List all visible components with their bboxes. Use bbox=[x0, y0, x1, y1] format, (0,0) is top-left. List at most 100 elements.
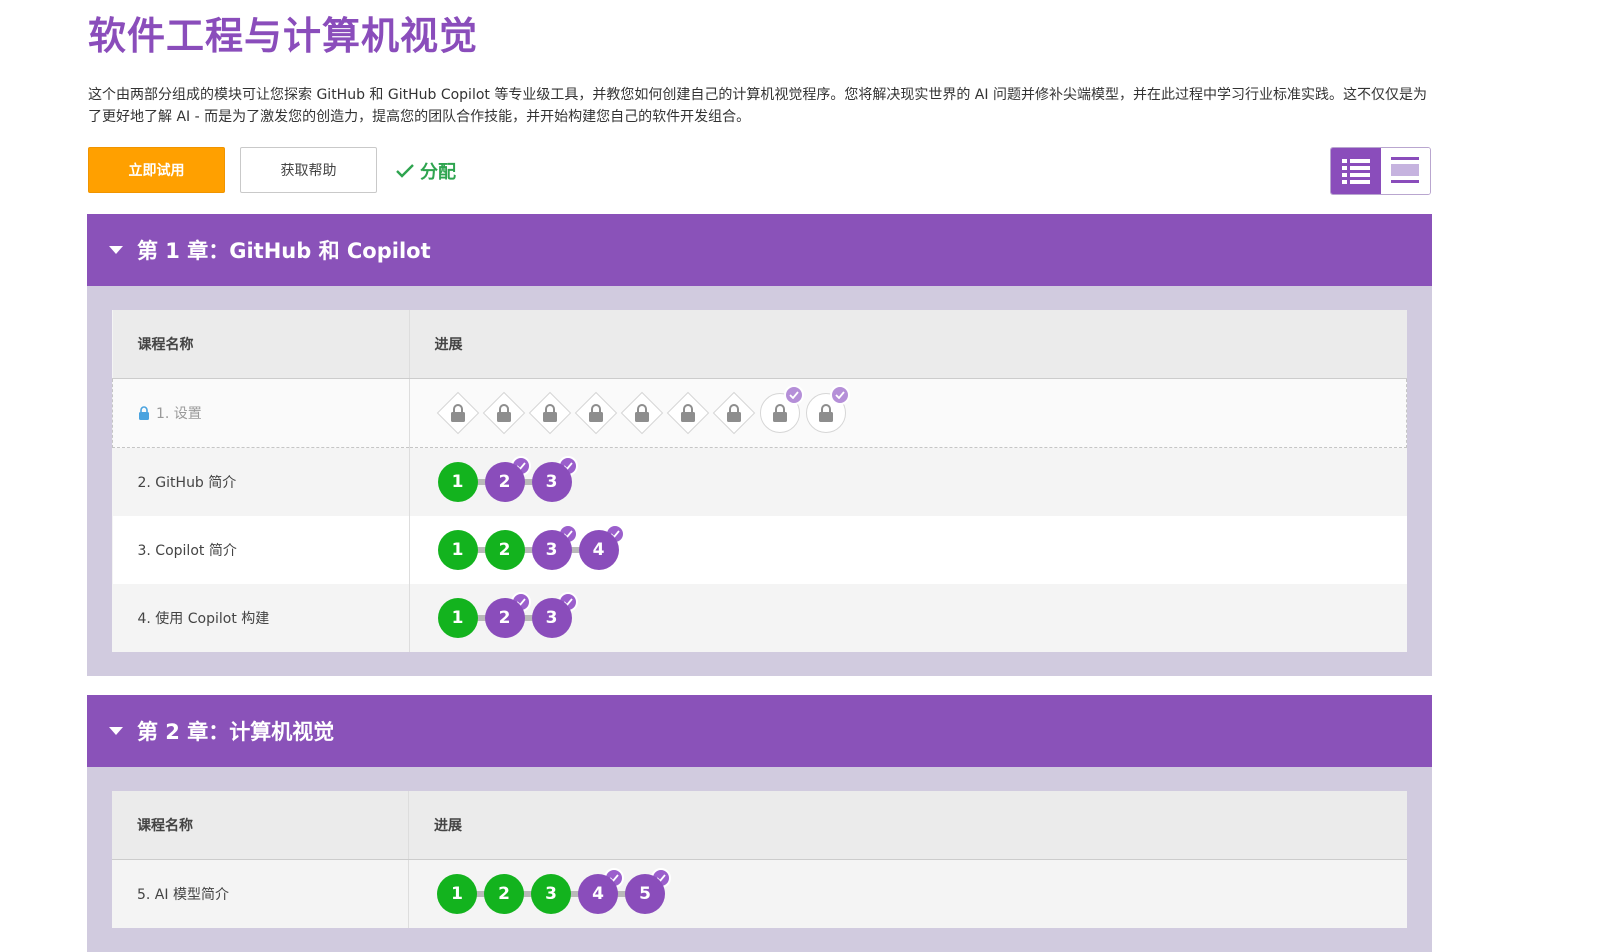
lesson-name-cell[interactable]: 5. AI 模型简介 bbox=[112, 859, 409, 928]
lessons-table: 课程名称 进展 5. AI 模型简介 12345 bbox=[112, 791, 1407, 928]
assigned-status[interactable]: 分配 bbox=[396, 157, 456, 185]
table-row: 4. 使用 Copilot 构建 123 bbox=[112, 584, 1407, 652]
level-bubble[interactable]: 1 bbox=[437, 874, 489, 914]
padlock-icon bbox=[726, 404, 742, 422]
level-bubble[interactable]: 5 bbox=[625, 868, 671, 914]
level-number: 5 bbox=[625, 874, 665, 914]
check-badge-icon bbox=[829, 385, 850, 405]
level-bubble[interactable]: 2 bbox=[484, 456, 537, 502]
level-bubble[interactable]: 2 bbox=[484, 530, 537, 570]
locked-level[interactable] bbox=[666, 391, 709, 435]
course-description: 这个由两部分组成的模块可让您探索 GitHub 和 GitHub Copilot… bbox=[88, 87, 1427, 125]
locked-level[interactable] bbox=[759, 385, 804, 433]
level-bubble[interactable]: 4 bbox=[578, 524, 625, 570]
assigned-label: 分配 bbox=[420, 162, 456, 183]
lesson-name: 2. GitHub 简介 bbox=[137, 475, 237, 491]
course-title: 软件工程与计算机视觉 bbox=[88, 14, 479, 58]
level-bubble[interactable]: 1 bbox=[437, 530, 490, 570]
chapter-1: 第 1 章：GitHub 和 Copilot 课程名称 进展 1. 设置 2. … bbox=[87, 214, 1432, 676]
table-row: 1. 设置 bbox=[112, 378, 1407, 448]
locked-level[interactable] bbox=[620, 391, 663, 435]
chapter-1-header[interactable]: 第 1 章：GitHub 和 Copilot bbox=[87, 214, 1432, 286]
level-number: 1 bbox=[437, 462, 478, 502]
course-overview-page: 软件工程与计算机视觉 这个由两部分组成的模块可让您探索 GitHub 和 Git… bbox=[0, 0, 1603, 952]
padlock-icon bbox=[542, 404, 558, 422]
chapter-1-body: 课程名称 进展 1. 设置 2. GitHub 简介 1 2 3 3. Copi… bbox=[87, 286, 1432, 676]
list-view-button[interactable] bbox=[1331, 148, 1381, 194]
check-badge-icon bbox=[783, 385, 804, 405]
caret-down-icon bbox=[109, 246, 123, 254]
padlock-icon bbox=[634, 404, 650, 422]
level-number: 3 bbox=[531, 598, 572, 638]
table-row: 5. AI 模型简介 12345 bbox=[112, 859, 1407, 928]
lesson-name: 1. 设置 bbox=[156, 406, 202, 422]
detail-list-icon bbox=[1341, 159, 1370, 184]
level-number: 4 bbox=[578, 874, 618, 914]
level-number: 3 bbox=[531, 530, 572, 570]
padlock-icon bbox=[496, 404, 512, 422]
padlock-icon bbox=[588, 404, 604, 422]
progress-cell: 123 bbox=[409, 447, 1407, 516]
level-bubble[interactable]: 3 bbox=[531, 456, 578, 502]
lock-icon bbox=[139, 406, 149, 420]
chapter-2: 第 2 章：计算机视觉 课程名称 进展 5. AI 模型简介 12345 bbox=[87, 695, 1432, 952]
level-bubble[interactable]: 3 bbox=[531, 874, 583, 914]
lesson-name-cell[interactable]: 1. 设置 bbox=[112, 378, 410, 448]
progress-cell: 12345 bbox=[408, 859, 1407, 928]
padlock-icon bbox=[680, 404, 696, 422]
view-toggle bbox=[1330, 147, 1431, 195]
caret-down-icon bbox=[109, 727, 123, 735]
level-number: 4 bbox=[578, 530, 619, 570]
column-header-lesson-name: 课程名称 bbox=[112, 310, 410, 379]
locked-level[interactable] bbox=[574, 391, 617, 435]
level-number: 2 bbox=[484, 462, 525, 502]
lessons-table: 课程名称 进展 1. 设置 2. GitHub 简介 1 2 3 3. Copi… bbox=[112, 310, 1407, 652]
level-number: 2 bbox=[484, 874, 524, 914]
try-now-button[interactable]: 立即试用 bbox=[88, 147, 225, 193]
level-bubble[interactable]: 1 bbox=[437, 462, 490, 502]
column-header-progress: 进展 bbox=[409, 310, 1407, 379]
locked-level[interactable] bbox=[528, 391, 571, 435]
progress-cell bbox=[409, 378, 1407, 448]
get-help-button[interactable]: 获取帮助 bbox=[240, 147, 377, 193]
lesson-name: 3. Copilot 简介 bbox=[137, 543, 237, 559]
level-bubble[interactable]: 3 bbox=[531, 592, 578, 638]
level-bubble[interactable]: 4 bbox=[578, 868, 630, 914]
lesson-name-cell[interactable]: 4. 使用 Copilot 构建 bbox=[112, 584, 410, 652]
level-bubble[interactable]: 2 bbox=[484, 592, 537, 638]
progress-cell: 1234 bbox=[409, 516, 1407, 584]
locked-level[interactable] bbox=[436, 391, 479, 435]
level-number: 3 bbox=[531, 462, 572, 502]
summary-view-button[interactable] bbox=[1380, 148, 1430, 194]
column-header-lesson-name: 课程名称 bbox=[112, 791, 409, 860]
lesson-name-cell[interactable]: 2. GitHub 简介 bbox=[112, 447, 410, 516]
progress-cell: 123 bbox=[409, 584, 1407, 652]
level-number: 2 bbox=[484, 530, 525, 570]
lesson-name-cell[interactable]: 3. Copilot 简介 bbox=[112, 516, 410, 584]
level-number: 1 bbox=[437, 598, 478, 638]
padlock-icon bbox=[772, 404, 788, 422]
chapter-2-header[interactable]: 第 2 章：计算机视觉 bbox=[87, 695, 1432, 767]
level-bubble[interactable]: 1 bbox=[437, 598, 490, 638]
locked-level[interactable] bbox=[482, 391, 525, 435]
table-row: 2. GitHub 简介 123 bbox=[112, 447, 1407, 516]
table-row: 3. Copilot 简介 1234 bbox=[112, 516, 1407, 584]
locked-level[interactable] bbox=[805, 385, 850, 433]
chapter-2-body: 课程名称 进展 5. AI 模型简介 12345 bbox=[87, 767, 1432, 952]
lesson-name: 5. AI 模型简介 bbox=[137, 887, 229, 903]
summary-list-icon bbox=[1391, 157, 1420, 183]
level-number: 2 bbox=[484, 598, 525, 638]
level-number: 1 bbox=[437, 530, 478, 570]
lesson-name: 4. 使用 Copilot 构建 bbox=[137, 611, 270, 627]
level-bubble[interactable]: 3 bbox=[531, 524, 584, 570]
level-number: 3 bbox=[531, 874, 571, 914]
locked-level[interactable] bbox=[712, 391, 755, 435]
level-bubble[interactable]: 2 bbox=[484, 874, 536, 914]
chapter-title: 第 1 章：GitHub 和 Copilot bbox=[137, 239, 431, 263]
column-header-progress: 进展 bbox=[408, 791, 1407, 860]
padlock-icon bbox=[818, 404, 834, 422]
level-number: 1 bbox=[437, 874, 477, 914]
padlock-icon bbox=[450, 404, 466, 422]
chapter-title: 第 2 章：计算机视觉 bbox=[137, 720, 335, 744]
checkmark-icon bbox=[396, 164, 414, 178]
